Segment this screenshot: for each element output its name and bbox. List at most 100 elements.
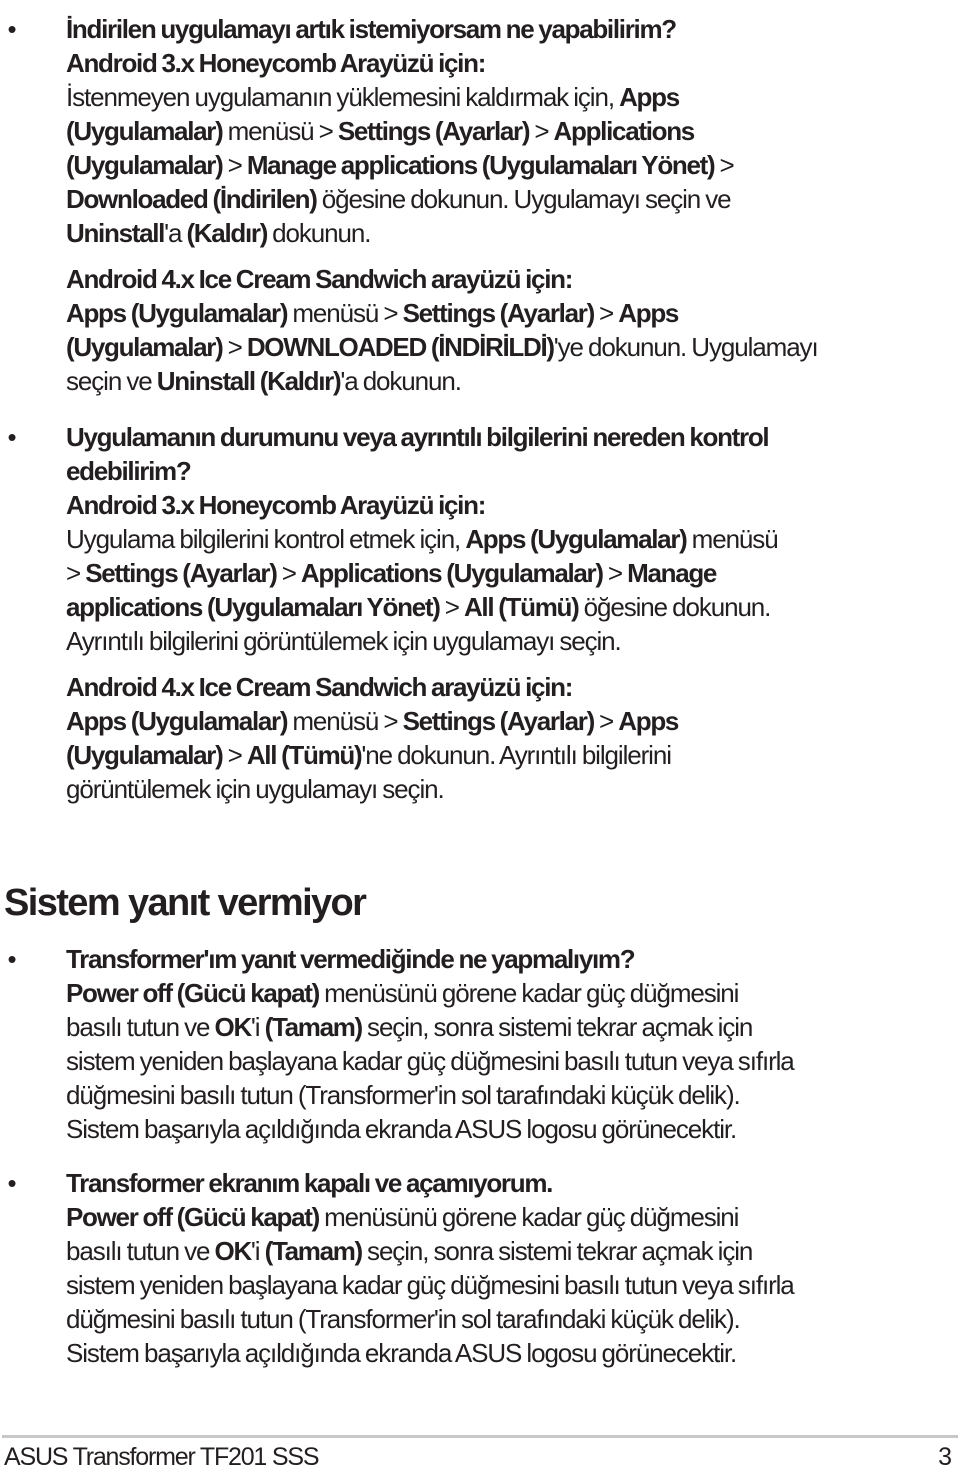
emphasized-term: All (Tümü) (246, 740, 363, 770)
text-run: > (602, 558, 628, 588)
emphasized-term: Apps (Uygulamalar) (465, 524, 688, 554)
text-run: Sistem başarıyla açıldığında ekranda ASU… (66, 1114, 737, 1144)
emphasized-term: (Tamam) (264, 1236, 364, 1266)
emphasized-term: Apps (619, 82, 680, 112)
text-run: menüsü > (287, 706, 403, 736)
bullet-icon: • (7, 14, 17, 44)
emphasized-term: Downloaded (İndirilen) (66, 184, 318, 214)
text-run: 'i (250, 1012, 265, 1042)
ics-heading: Android 4.x Ice Cream Sandwich arayüzü i… (66, 264, 573, 294)
text-run: > (593, 706, 619, 736)
text-run: menüsü > (287, 298, 403, 328)
text-run: Ayrıntılı bilgilerini görüntülemek için … (66, 626, 622, 656)
emphasized-term: (Uygulamalar) (66, 332, 224, 362)
text-line: (Uygulamalar) > DOWNLOADED (İNDİRİLDİ)'y… (66, 330, 946, 364)
faq-answer: Power off (Gücü kapat) menüsünü görene k… (66, 1200, 946, 1370)
bullet-icon: • (7, 1168, 17, 1198)
emphasized-term: applications (Uygulamaları Yönet) (66, 592, 441, 622)
text-line: Uninstall'a (Kaldır) dokunun. (66, 216, 946, 250)
text-run: 'a dokunun. (340, 366, 462, 396)
text-run: öğesine dokunun. Uygulamayı seçin ve (316, 184, 732, 214)
text-line: Uygulama bilgilerini kontrol etmek için,… (66, 522, 946, 556)
faq-question: Transformer ekranım kapalı ve açamıyorum… (66, 1168, 553, 1198)
text-line: (Uygulamalar) > All (Tümü)'ne dokunun. A… (66, 738, 946, 772)
ics-heading: Android 4.x Ice Cream Sandwich arayüzü i… (66, 672, 573, 702)
footer-divider (2, 1435, 958, 1438)
text-line: düğmesini basılı tutun (Transformer'in s… (66, 1302, 946, 1336)
emphasized-term: Settings (Ayarlar) (85, 558, 278, 588)
text-run: > (439, 592, 464, 622)
text-run: basılı tutun ve (66, 1236, 215, 1266)
text-line: (Uygulamalar) > Manage applications (Uyg… (66, 148, 946, 182)
emphasized-term: (Uygulamalar) (66, 740, 224, 770)
text-line: Sistem başarıyla açıldığında ekranda ASU… (66, 1336, 946, 1370)
text-run: Sistem başarıyla açıldığında ekranda ASU… (66, 1338, 737, 1368)
emphasized-term: OK (214, 1012, 253, 1042)
page-number: 3 (938, 1443, 952, 1471)
faq-question-line: Uygulamanın durumunu veya ayrıntılı bilg… (66, 422, 770, 452)
emphasized-term: Power off (Gücü kapat) (66, 1202, 320, 1232)
text-run: seçin, sonra sistemi tekrar açmak için (361, 1012, 753, 1042)
text-run: İstenmeyen uygulamanın yüklemesini kaldı… (66, 82, 620, 112)
emphasized-term: Apps (618, 298, 679, 328)
emphasized-term: (Uygulamalar) (66, 116, 224, 146)
emphasized-term: Uninstall (Kaldır) (156, 366, 342, 396)
honeycomb-heading: Android 3.x Honeycomb Arayüzü için: (66, 48, 486, 78)
emphasized-term: Power off (Gücü kapat) (66, 978, 320, 1008)
text-line: Apps (Uygulamalar) menüsü > Settings (Ay… (66, 296, 946, 330)
text-run: düğmesini basılı tutun (Transformer'in s… (66, 1080, 741, 1110)
text-run: öğesine dokunun. (578, 592, 772, 622)
text-run: menüsünü görene kadar güç düğmesini (318, 1202, 739, 1232)
emphasized-term: Applications (553, 116, 696, 146)
emphasized-term: All (Tümü) (463, 592, 580, 622)
text-run: > (222, 150, 247, 180)
text-line: > Settings (Ayarlar) > Applications (Uyg… (66, 556, 946, 590)
text-run: > (529, 116, 554, 146)
text-run: görüntülemek için uygulamayı seçin. (66, 774, 445, 804)
text-run: seçin, sonra sistemi tekrar açmak için (361, 1236, 753, 1266)
emphasized-term: (Uygulamalar) (66, 150, 224, 180)
emphasized-term: (Tamam) (264, 1012, 364, 1042)
text-line: Downloaded (İndirilen) öğesine dokunun. … (66, 182, 946, 216)
faq-block: İndirilen uygulamayı artık istemiyorsam … (66, 12, 946, 398)
bullet-icon: • (7, 944, 17, 974)
text-run: Uygulama bilgilerini kontrol etmek için, (66, 524, 466, 554)
emphasized-term: Apps (Uygulamalar) (66, 298, 289, 328)
faq-question: İndirilen uygulamayı artık istemiyorsam … (66, 14, 677, 44)
emphasized-term: Uninstall (66, 218, 165, 248)
faq-block: Uygulamanın durumunu veya ayrıntılı bilg… (66, 420, 946, 806)
text-line: sistem yeniden başlayana kadar güç düğme… (66, 1268, 946, 1302)
faq-question-line: edebilirim? (66, 456, 192, 486)
text-line: Apps (Uygulamalar) menüsü > Settings (Ay… (66, 704, 946, 738)
text-line: basılı tutun ve OK'i (Tamam) seçin, sonr… (66, 1234, 946, 1268)
text-line: seçin ve Uninstall (Kaldır)'a dokunun. (66, 364, 946, 398)
emphasized-term: Apps (618, 706, 679, 736)
honeycomb-instructions: Uygulama bilgilerini kontrol etmek için,… (66, 522, 946, 658)
text-run: > (66, 558, 86, 588)
section-title: Sistem yanıt vermiyor (4, 882, 367, 924)
emphasized-term: DOWNLOADED (İNDİRİLDİ) (246, 332, 555, 362)
emphasized-term: OK (214, 1236, 253, 1266)
text-run: > (593, 298, 619, 328)
text-line: düğmesini basılı tutun (Transformer'in s… (66, 1078, 946, 1112)
text-run: 'i (250, 1236, 265, 1266)
text-run: menüsünü görene kadar güç düğmesini (318, 978, 739, 1008)
emphasized-term: Manage applications (Uygulamaları Yönet) (246, 150, 716, 180)
text-run: menüsü > (222, 116, 338, 146)
emphasized-term: (Kaldır) (186, 218, 268, 248)
emphasized-term: Applications (Uygulamalar) (300, 558, 604, 588)
honeycomb-heading: Android 3.x Honeycomb Arayüzü için: (66, 490, 486, 520)
ics-instructions: Apps (Uygulamalar) menüsü > Settings (Ay… (66, 704, 946, 806)
document-page: • İndirilen uygulamayı artık istemiyorsa… (0, 0, 960, 1473)
text-run: basılı tutun ve (66, 1012, 215, 1042)
text-line: (Uygulamalar) menüsü > Settings (Ayarlar… (66, 114, 946, 148)
text-run: 'a (164, 218, 187, 248)
text-run: düğmesini basılı tutun (Transformer'in s… (66, 1304, 741, 1334)
text-run: sistem yeniden başlayana kadar güç düğme… (66, 1270, 795, 1300)
faq-block: Transformer'ım yanıt vermediğinde ne yap… (66, 942, 946, 1146)
text-line: görüntülemek için uygulamayı seçin. (66, 772, 946, 806)
bullet-icon: • (7, 422, 17, 452)
emphasized-term: Apps (Uygulamalar) (66, 706, 289, 736)
text-run: 'ne dokunun. Ayrıntılı bilgilerini (361, 740, 672, 770)
emphasized-term: Settings (Ayarlar) (402, 706, 596, 736)
